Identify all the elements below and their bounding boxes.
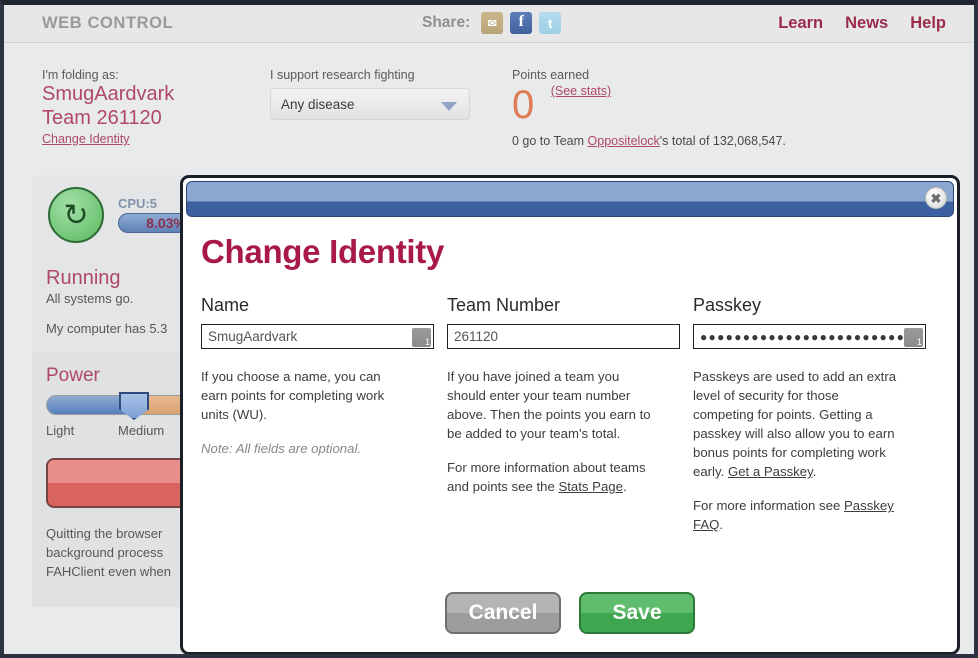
column-passkey: Passkey ●●●●●●●●●●●●●●●●●●●●●●●● 1 Passk… [693, 295, 939, 534]
passkey-input-value: ●●●●●●●●●●●●●●●●●●●●●●●● [700, 329, 906, 344]
team-help-p1: If you have joined a team you should ent… [447, 369, 651, 441]
change-identity-dialog: ✖ Change Identity Name SmugAardvark 1 If… [180, 175, 960, 654]
quit-note: Quitting the browser background process FA… [46, 526, 172, 579]
status-state-title: Running [46, 267, 121, 289]
points-earned-label: Points earned [512, 68, 590, 82]
header-nav: Learn News Help [778, 14, 946, 33]
folding-team-number: Team 261120 [42, 107, 162, 129]
dialog-columns: Name SmugAardvark 1 If you choose a name… [201, 295, 939, 534]
cpu-label: CPU:5 [118, 196, 158, 211]
status-top: ↻ CPU:5 8.03% Running All systems go. My… [32, 175, 214, 336]
disease-label: I support research fighting [270, 68, 415, 82]
chevron-down-icon [441, 102, 457, 111]
team-number-input[interactable]: 261120 [447, 324, 680, 349]
folding-user-name: SmugAardvark [42, 83, 175, 105]
team-field-label: Team Number [447, 295, 561, 315]
passkey-help-p2: For more information see Passkey FAQ. [693, 498, 894, 532]
power-title: Power [46, 365, 100, 386]
quit-button[interactable] [46, 458, 196, 508]
points-note-prefix: 0 go to Team [512, 134, 588, 148]
password-manager-icon[interactable]: 1 [412, 328, 431, 347]
power-label-light: Light [46, 423, 75, 438]
nav-link-news[interactable]: News [845, 14, 888, 33]
change-identity-link[interactable]: Change Identity [42, 132, 130, 146]
nav-link-learn[interactable]: Learn [778, 14, 823, 33]
team-link[interactable]: Oppositelock [588, 134, 660, 148]
points-value: 0 [512, 83, 535, 127]
status-panel: ↻ CPU:5 8.03% Running All systems go. My… [32, 175, 214, 607]
identity-summary-row: I'm folding as: SmugAardvark Team 261120… [4, 44, 974, 154]
passkey-field-label: Passkey [693, 295, 762, 315]
share-label: Share: [422, 14, 471, 31]
name-field-label: Name [201, 295, 250, 315]
nav-link-help[interactable]: Help [910, 14, 946, 33]
column-name: Name SmugAardvark 1 If you choose a name… [201, 295, 447, 534]
column-team-number: Team Number 261120 If you have joined a … [447, 295, 693, 534]
facebook-share-icon[interactable]: f [510, 12, 533, 34]
power-slider[interactable] [46, 392, 196, 420]
email-share-icon[interactable]: ✉ [481, 12, 504, 34]
disease-select[interactable]: Any disease [270, 88, 470, 120]
disease-selected-value: Any disease [281, 96, 355, 112]
folding-as-block: I'm folding as: SmugAardvark Team 261120… [42, 68, 174, 148]
dialog-title: Change Identity [201, 233, 445, 270]
passkey-help-text: Passkeys are used to add an extra level … [693, 367, 898, 534]
app-window: WEB CONTROL Share: ✉ f t Learn News Help… [0, 0, 978, 658]
power-section: Power Light Medium Quitting the browser b… [32, 353, 204, 607]
password-manager-icon[interactable]: 1 [904, 328, 923, 347]
power-scale: Light Medium [46, 423, 190, 438]
power-label-medium: Medium [118, 423, 165, 438]
points-block: Points earned 0 (See stats) 0 go to Team… [512, 68, 786, 148]
save-button[interactable]: Save [579, 592, 695, 634]
name-help-text: If you choose a name, you can earn point… [201, 367, 406, 458]
power-slider-handle[interactable] [119, 392, 149, 420]
computer-info-line: My computer has 5.3 [46, 321, 168, 336]
close-icon[interactable]: ✖ [925, 187, 947, 209]
name-help-note: Note: All fields are optional. [201, 441, 362, 456]
dialog-titlebar[interactable]: ✖ [186, 181, 954, 217]
status-state-sub: All systems go. [46, 291, 134, 306]
share-group: Share: ✉ f t [422, 12, 562, 34]
brand-title: WEB CONTROL [42, 14, 174, 32]
get-a-passkey-link[interactable]: Get a Passkey [728, 464, 813, 479]
refresh-icon[interactable]: ↻ [48, 187, 104, 243]
folding-as-label: I'm folding as: [42, 68, 119, 82]
stats-page-link[interactable]: Stats Page [558, 479, 623, 494]
name-input-value: SmugAardvark [208, 329, 298, 344]
see-stats-link[interactable]: (See stats) [551, 84, 611, 98]
passkey-input[interactable]: ●●●●●●●●●●●●●●●●●●●●●●●● 1 [693, 324, 926, 349]
passkey-help-p1: Passkeys are used to add an extra level … [693, 369, 897, 479]
power-slider-fill [47, 396, 125, 414]
dialog-actions: Cancel Save [183, 592, 957, 634]
dialog-body: Change Identity Name SmugAardvark 1 If y… [183, 217, 957, 534]
team-help-p2: For more information about teams and poi… [447, 460, 646, 494]
team-number-input-value: 261120 [454, 329, 499, 344]
twitter-share-icon[interactable]: t [539, 12, 562, 34]
points-note: 0 go to Team Oppositelock's total of 132… [512, 134, 786, 148]
disease-block: I support research fighting Any disease [270, 68, 470, 120]
passkey-faq-link[interactable]: Passkey FAQ [693, 498, 894, 532]
name-input[interactable]: SmugAardvark 1 [201, 324, 434, 349]
team-help-text: If you have joined a team you should ent… [447, 367, 652, 496]
name-help-p1: If you choose a name, you can earn point… [201, 369, 385, 422]
points-note-suffix: 's total of 132,068,547. [659, 134, 786, 148]
cancel-button[interactable]: Cancel [445, 592, 561, 634]
app-header: WEB CONTROL Share: ✉ f t Learn News Help [4, 5, 974, 43]
